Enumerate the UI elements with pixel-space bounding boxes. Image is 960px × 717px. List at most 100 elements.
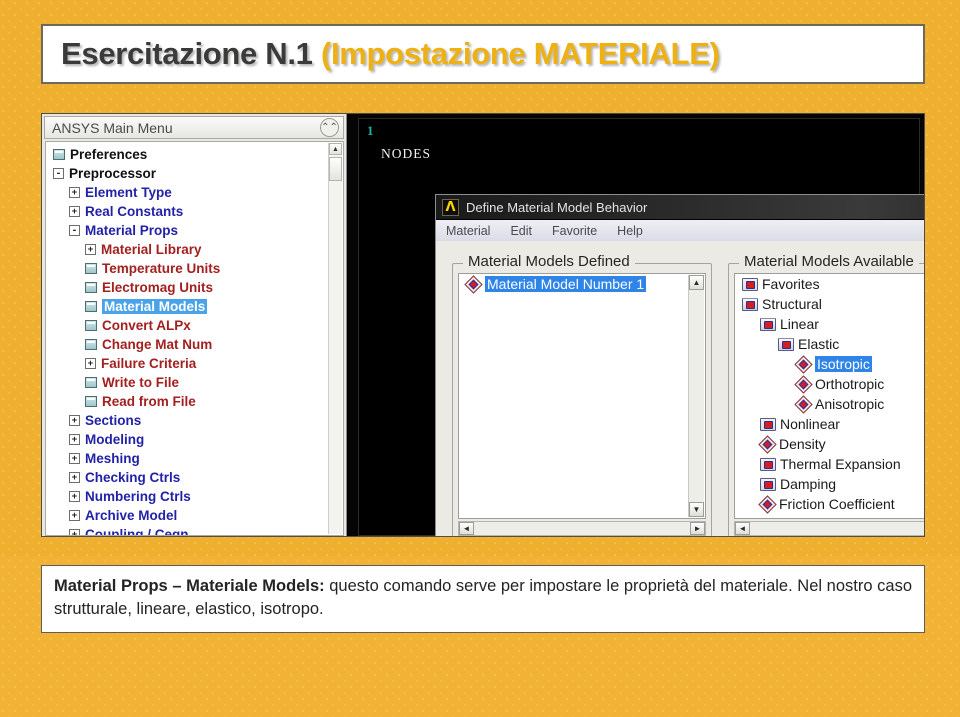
available-item-elastic[interactable]: Elastic bbox=[735, 334, 924, 354]
available-tree-hscrollbar[interactable]: ◄ bbox=[734, 521, 924, 536]
available-item-label: Orthotropic bbox=[815, 376, 885, 392]
main-menu-item-temperature-units[interactable]: Temperature Units bbox=[49, 259, 343, 278]
main-menu-item-numbering-ctrls[interactable]: + Numbering Ctrls bbox=[49, 487, 343, 506]
main-menu-item-preprocessor[interactable]: - Preprocessor bbox=[49, 164, 343, 183]
defined-list-vscrollbar[interactable]: ▲ ▼ bbox=[688, 275, 704, 517]
available-item-thermal-expansion[interactable]: Thermal Expansion bbox=[735, 454, 924, 474]
collapse-minus-icon[interactable]: - bbox=[69, 225, 80, 236]
available-item-structural[interactable]: Structural bbox=[735, 294, 924, 314]
double-chevron-up-icon[interactable]: ⌃⌃ bbox=[320, 118, 339, 137]
main-menu-item-read-from-file[interactable]: Read from File bbox=[49, 392, 343, 411]
sheet-icon bbox=[85, 282, 97, 293]
available-item-friction-coefficient[interactable]: Friction Coefficient bbox=[735, 494, 924, 514]
main-menu-tree[interactable]: Preferences - Preprocessor + Element Type + Re… bbox=[45, 141, 344, 536]
main-menu-scrollbar[interactable]: ▲ bbox=[328, 143, 342, 534]
available-item-label: Nonlinear bbox=[780, 416, 840, 432]
main-menu-item-material-models[interactable]: Material Models bbox=[49, 297, 343, 316]
main-menu-item-label: Preferences bbox=[70, 147, 148, 162]
main-menu-item-label: Element Type bbox=[85, 185, 172, 200]
available-item-damping[interactable]: Damping bbox=[735, 474, 924, 494]
scroll-down-arrow-icon[interactable]: ▼ bbox=[689, 502, 704, 517]
expand-plus-icon[interactable]: + bbox=[69, 453, 80, 464]
folder-icon bbox=[760, 417, 776, 431]
main-menu-title: ANSYS Main Menu bbox=[52, 119, 173, 136]
main-menu-item-label: Temperature Units bbox=[102, 261, 221, 276]
main-menu-item-convert-alpx[interactable]: Convert ALPx bbox=[49, 316, 343, 335]
expand-plus-icon[interactable]: + bbox=[85, 358, 96, 369]
main-menu-item-label: Checking Ctrls bbox=[85, 470, 181, 485]
caption-text: Material Props – Materiale Models: quest… bbox=[54, 575, 912, 622]
sheet-icon bbox=[85, 320, 97, 331]
scroll-up-arrow-icon[interactable]: ▲ bbox=[329, 143, 342, 155]
main-menu-item-failure-criteria[interactable]: + Failure Criteria bbox=[49, 354, 343, 373]
collapse-minus-icon[interactable]: - bbox=[53, 168, 64, 179]
main-menu-item-material-library[interactable]: + Material Library bbox=[49, 240, 343, 259]
expand-plus-icon[interactable]: + bbox=[69, 491, 80, 502]
main-menu-item-modeling[interactable]: + Modeling bbox=[49, 430, 343, 449]
expand-plus-icon[interactable]: + bbox=[69, 472, 80, 483]
available-item-favorites[interactable]: Favorites bbox=[735, 274, 924, 294]
available-item-label: Density bbox=[779, 436, 826, 452]
graphics-canvas: 1 NODES Λ Define Material Model Behavior… bbox=[358, 118, 924, 536]
expand-plus-icon[interactable]: + bbox=[69, 510, 80, 521]
expand-plus-icon[interactable]: + bbox=[69, 434, 80, 445]
available-item-label: Thermal Expansion bbox=[780, 456, 901, 472]
ansys-lambda-icon: Λ bbox=[442, 198, 459, 216]
material-models-defined-list[interactable]: Material Model Number 1 ▲ ▼ bbox=[458, 273, 706, 519]
available-item-anisotropic[interactable]: Anisotropic bbox=[735, 394, 924, 414]
folder-open-icon bbox=[742, 297, 758, 311]
scrollbar-thumb[interactable] bbox=[329, 157, 342, 181]
available-item-linear[interactable]: Linear bbox=[735, 314, 924, 334]
main-menu-item-checking-ctrls[interactable]: + Checking Ctrls bbox=[49, 468, 343, 487]
title-subtitle: (Impostazione MATERIALE) bbox=[320, 36, 720, 71]
dialog-titlebar[interactable]: Λ Define Material Model Behavior bbox=[436, 195, 924, 220]
main-menu-item-element-type[interactable]: + Element Type bbox=[49, 183, 343, 202]
main-menu-item-sections[interactable]: + Sections bbox=[49, 411, 343, 430]
scroll-left-arrow-icon[interactable]: ◄ bbox=[735, 522, 750, 535]
sheet-icon bbox=[85, 301, 97, 312]
available-item-label: Isotropic bbox=[815, 356, 872, 372]
main-menu-item-electromag-units[interactable]: Electromag Units bbox=[49, 278, 343, 297]
available-item-label: Elastic bbox=[798, 336, 840, 352]
defined-item-material-model-number-1[interactable]: Material Model Number 1 bbox=[459, 274, 705, 294]
dialog-menubar: Material Edit Favorite Help bbox=[436, 220, 924, 242]
expand-plus-icon[interactable]: + bbox=[69, 529, 80, 535]
dialog-menu-material[interactable]: Material bbox=[436, 224, 500, 238]
main-menu-item-label: Electromag Units bbox=[102, 280, 214, 295]
diamond-icon bbox=[464, 274, 483, 294]
main-menu-item-label: Material Models bbox=[102, 299, 208, 314]
expand-plus-icon[interactable]: + bbox=[69, 187, 80, 198]
main-menu-item-meshing[interactable]: + Meshing bbox=[49, 449, 343, 468]
main-menu-item-write-to-file[interactable]: Write to File bbox=[49, 373, 343, 392]
material-models-defined-group: Material Models Defined Material Model N… bbox=[452, 253, 712, 536]
main-menu-item-label: Failure Criteria bbox=[101, 356, 197, 371]
expand-plus-icon[interactable]: + bbox=[69, 206, 80, 217]
scroll-up-arrow-icon[interactable]: ▲ bbox=[689, 275, 704, 290]
dialog-menu-help[interactable]: Help bbox=[607, 224, 653, 238]
defined-list-hscrollbar[interactable]: ◄ ► bbox=[458, 521, 706, 536]
available-item-orthotropic[interactable]: Orthotropic bbox=[735, 374, 924, 394]
dialog-menu-edit[interactable]: Edit bbox=[500, 224, 542, 238]
main-menu-item-archive-model[interactable]: + Archive Model bbox=[49, 506, 343, 525]
main-menu-item-coupling-ceqn[interactable]: + Coupling / Ceqn bbox=[49, 525, 343, 535]
main-menu-item-label: Change Mat Num bbox=[102, 337, 213, 352]
dialog-menu-favorite[interactable]: Favorite bbox=[542, 224, 607, 238]
main-menu-item-real-constants[interactable]: + Real Constants bbox=[49, 202, 343, 221]
expand-plus-icon[interactable]: + bbox=[69, 415, 80, 426]
main-menu-item-preferences[interactable]: Preferences bbox=[49, 145, 343, 164]
dialog-body: Material Models Defined Material Model N… bbox=[436, 241, 924, 536]
main-menu-item-label: Read from File bbox=[102, 394, 196, 409]
main-menu-item-change-mat-num[interactable]: Change Mat Num bbox=[49, 335, 343, 354]
main-menu-item-label: Preprocessor bbox=[69, 166, 157, 181]
available-item-label: Structural bbox=[762, 296, 822, 312]
available-item-nonlinear[interactable]: Nonlinear bbox=[735, 414, 924, 434]
main-menu-item-label: Material Props bbox=[85, 223, 179, 238]
main-menu-item-material-props[interactable]: - Material Props bbox=[49, 221, 343, 240]
material-models-available-tree[interactable]: Favorites Structural Linear Elastic Isotropi… bbox=[734, 273, 924, 519]
available-item-density[interactable]: Density bbox=[735, 434, 924, 454]
scroll-left-arrow-icon[interactable]: ◄ bbox=[459, 522, 474, 535]
expand-plus-icon[interactable]: + bbox=[85, 244, 96, 255]
graphics-window: 1 NODES Λ Define Material Model Behavior… bbox=[348, 114, 924, 536]
scroll-right-arrow-icon[interactable]: ► bbox=[690, 522, 705, 535]
available-item-isotropic[interactable]: Isotropic bbox=[735, 354, 924, 374]
